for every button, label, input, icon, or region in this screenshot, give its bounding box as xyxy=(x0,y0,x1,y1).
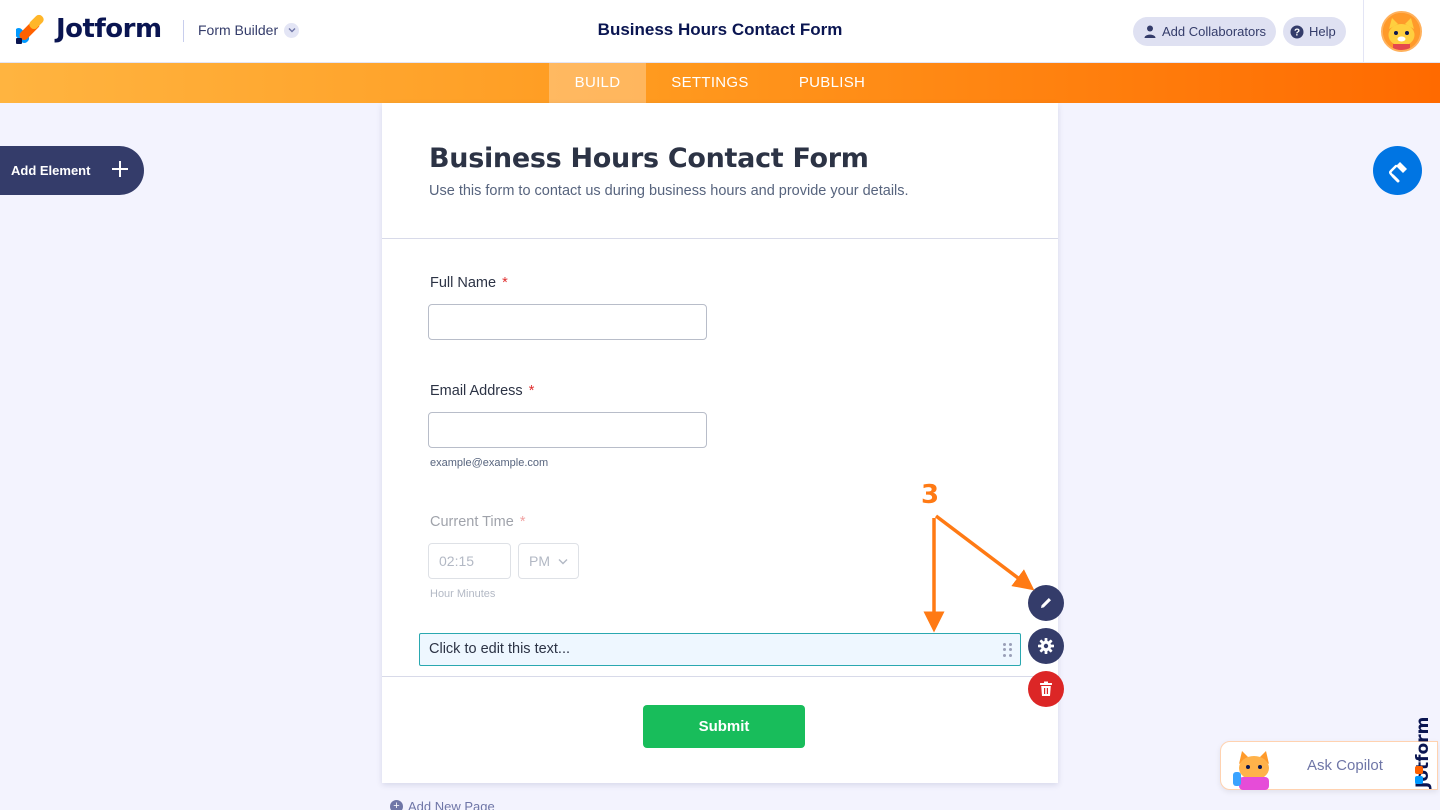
add-new-page-button[interactable]: + Add New Page xyxy=(390,799,495,810)
copilot-cat-icon xyxy=(1233,751,1269,790)
jotform-vertical-logo: Jotform xyxy=(1413,717,1433,789)
ask-copilot-button[interactable]: Ask Copilot xyxy=(1220,741,1438,790)
arrow-to-edit-button xyxy=(934,514,1035,591)
add-new-page-label: Add New Page xyxy=(408,799,495,810)
ask-copilot-label: Ask Copilot xyxy=(1307,757,1383,774)
annotation-arrows xyxy=(923,514,1035,633)
plus-circle-icon: + xyxy=(390,800,403,810)
